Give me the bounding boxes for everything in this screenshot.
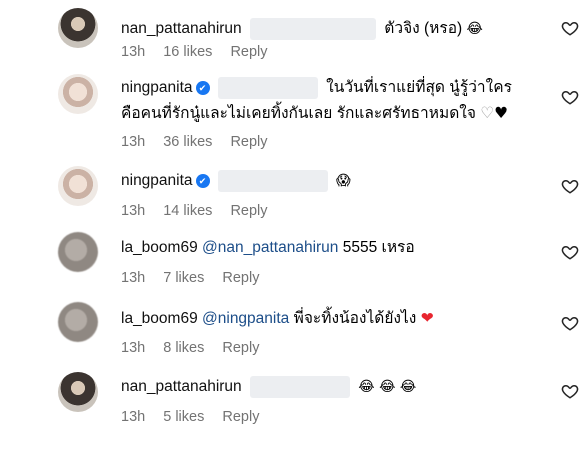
likes-count[interactable]: 14 likes — [163, 203, 212, 219]
comment-body-line1: ในวันที่เราแย่ที่สุด นู๋รู้ว่าใคร — [326, 79, 512, 97]
likes-count[interactable]: 8 likes — [163, 340, 204, 356]
username[interactable]: la_boom69 — [121, 310, 198, 327]
black-heart-icon: ♥ — [494, 104, 509, 122]
verified-badge-icon: ✔ — [195, 174, 210, 188]
comment-meta: 13h 16 likes Reply — [121, 44, 282, 60]
avatar[interactable] — [58, 232, 98, 272]
reply-button[interactable]: Reply — [230, 44, 267, 60]
comment-meta: 13h 7 likes Reply — [121, 270, 273, 286]
mention-link[interactable]: @ningpanita — [202, 310, 289, 327]
white-heart-icon: ♡ — [480, 104, 495, 122]
likes-count[interactable]: 7 likes — [163, 270, 204, 286]
timestamp[interactable]: 13h — [121, 270, 145, 286]
comment-text: la_boom69 @ningpanita พี่จะทิ้งน้องได้ยั… — [121, 308, 533, 329]
timestamp[interactable]: 13h — [121, 340, 145, 356]
likes-count[interactable]: 16 likes — [163, 44, 212, 60]
reply-button[interactable]: Reply — [222, 340, 259, 356]
avatar[interactable] — [58, 74, 98, 114]
reply-button[interactable]: Reply — [230, 203, 267, 219]
comment-text: ningpanita ✔ ในวันที่เราแย่ที่สุด นู๋รู้ว… — [121, 77, 533, 99]
likes-count[interactable]: 36 likes — [163, 134, 212, 150]
laughing-emoji: 😂 — [466, 21, 483, 37]
comment-meta: 13h 5 likes Reply — [121, 409, 273, 425]
avatar[interactable] — [58, 166, 98, 206]
comment-text: nan_pattanahirun 😂 😂 😂 — [121, 376, 533, 398]
redacted-mention — [217, 170, 328, 192]
heart-outline-icon[interactable] — [561, 314, 579, 332]
avatar[interactable] — [58, 8, 98, 48]
redacted-mention — [249, 376, 350, 398]
username[interactable]: ningpanita — [121, 172, 193, 189]
timestamp[interactable]: 13h — [121, 409, 145, 425]
comment-meta: 13h 36 likes Reply — [121, 134, 282, 150]
comment-text: ningpanita ✔ 😱 — [121, 170, 533, 192]
username[interactable]: ningpanita — [121, 79, 193, 96]
scream-emoji: 😱 — [336, 173, 351, 189]
timestamp[interactable]: 13h — [121, 203, 145, 219]
username[interactable]: la_boom69 — [121, 239, 198, 256]
heart-outline-icon[interactable] — [561, 19, 579, 37]
reply-button[interactable]: Reply — [222, 270, 259, 286]
avatar[interactable] — [58, 372, 98, 412]
comment-body-line2: คือคนที่รักนู๋และไม่เคยทิ้งกันเลย รักและ… — [121, 105, 476, 122]
comment-body: พี่จะทิ้งน้องได้ยังไง — [293, 310, 417, 327]
red-heart-icon: ❤ — [420, 309, 434, 327]
comment-text: la_boom69 @nan_pattanahirun 5555 เหรอ — [121, 238, 533, 258]
comment-text-line2: คือคนที่รักนู๋และไม่เคยทิ้งกันเลย รักและ… — [121, 103, 533, 124]
heart-outline-icon[interactable] — [561, 243, 579, 261]
avatar[interactable] — [58, 302, 98, 342]
heart-outline-icon[interactable] — [561, 88, 579, 106]
username[interactable]: nan_pattanahirun — [121, 20, 242, 37]
verified-badge-icon: ✔ — [195, 81, 210, 95]
heart-outline-icon[interactable] — [561, 382, 579, 400]
redacted-mention — [249, 18, 376, 40]
comment-body: 5555 เหรอ — [342, 239, 415, 256]
comment-body: ตัวจิง (หรอ) — [384, 20, 463, 38]
comment-text: nan_pattanahirun ตัวจิง (หรอ) 😂 — [121, 18, 533, 40]
timestamp[interactable]: 13h — [121, 44, 145, 60]
comment-meta: 13h 8 likes Reply — [121, 340, 273, 356]
username[interactable]: nan_pattanahirun — [121, 378, 242, 395]
laughing-emoji: 😂 😂 😂 — [358, 379, 417, 395]
redacted-mention — [217, 77, 318, 99]
heart-outline-icon[interactable] — [561, 177, 579, 195]
comment-meta: 13h 14 likes Reply — [121, 203, 282, 219]
reply-button[interactable]: Reply — [222, 409, 259, 425]
timestamp[interactable]: 13h — [121, 134, 145, 150]
mention-link[interactable]: @nan_pattanahirun — [202, 239, 338, 256]
likes-count[interactable]: 5 likes — [163, 409, 204, 425]
reply-button[interactable]: Reply — [230, 134, 267, 150]
